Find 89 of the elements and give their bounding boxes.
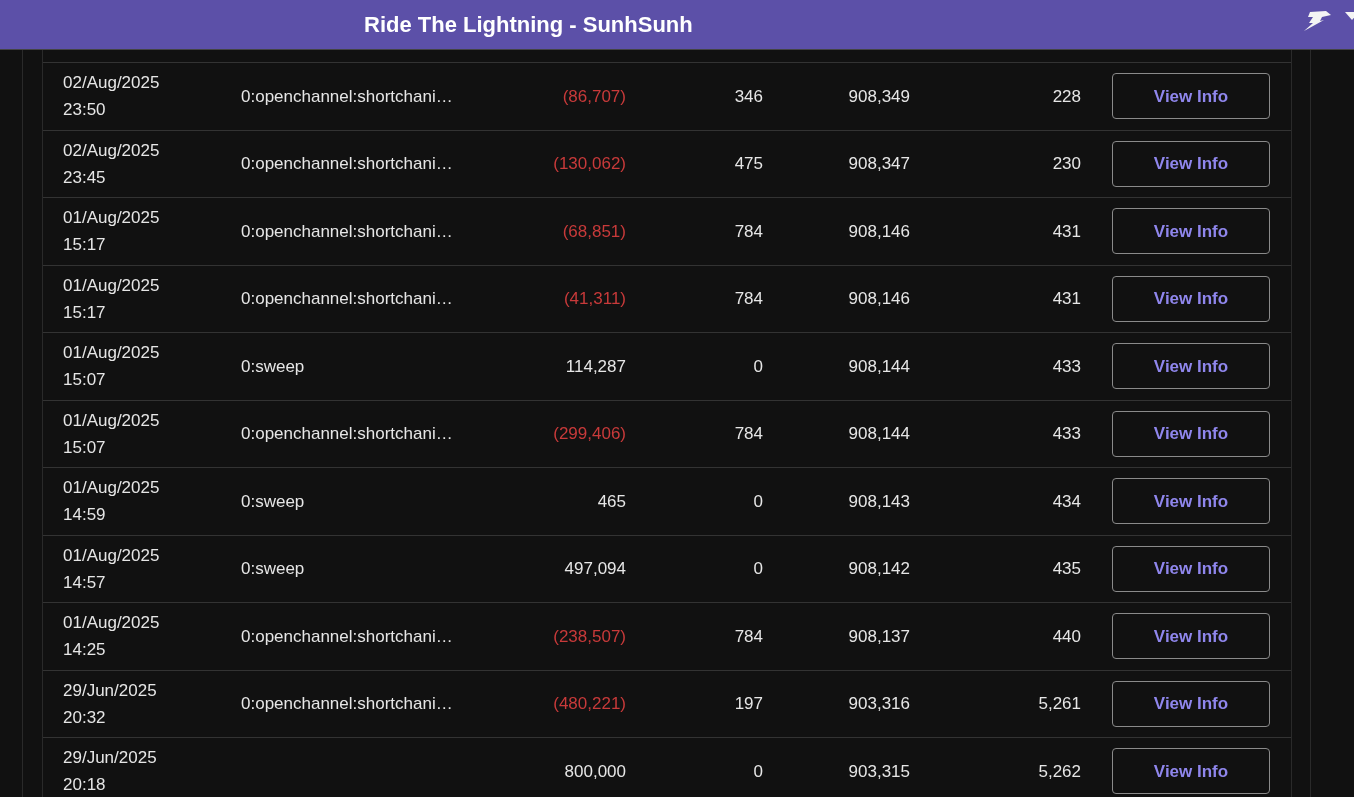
table-cell: 908,142: [848, 559, 910, 578]
date-text: 01/Aug/2025: [63, 342, 161, 365]
date-text: 02/Aug/2025: [63, 139, 161, 162]
view-info-button[interactable]: View Info: [1112, 140, 1270, 187]
table-cell: 908,146: [848, 289, 910, 308]
table-cell: 903,316: [848, 694, 910, 713]
table-cell: 230: [1052, 154, 1081, 173]
table-cell: 903,315: [848, 761, 910, 781]
table-cell: 908,143: [848, 491, 910, 511]
date-text: 01/Aug/2025: [63, 274, 161, 297]
view-info-button[interactable]: View Info: [1112, 478, 1270, 525]
time-text: 20:18: [63, 774, 107, 797]
view-info-button[interactable]: View Info: [1112, 275, 1270, 322]
time-text: 15:17: [63, 234, 107, 257]
table-cell: 440: [1052, 626, 1081, 646]
amount-text: (68,851): [562, 221, 626, 241]
table-cell: 0: [753, 559, 763, 578]
amount-text: (480,221): [553, 694, 626, 713]
description-text: 0:openchannel:shortchani…: [241, 424, 453, 443]
description-text: 0:openchannel:shortchani…: [241, 289, 453, 308]
caret-icon[interactable]: [1345, 12, 1354, 20]
view-info-button[interactable]: View Info: [1112, 613, 1270, 660]
time-text: 20:32: [63, 706, 107, 729]
table-cell: 908,347: [848, 154, 910, 173]
description-text: 0:sweep: [241, 559, 305, 578]
time-text: 15:17: [63, 301, 107, 324]
amount-text: (238,507): [553, 626, 626, 646]
table-cell: 434: [1052, 491, 1081, 511]
view-info-button[interactable]: View Info: [1112, 208, 1270, 255]
time-text: 14:57: [63, 571, 107, 594]
date-text: 01/Aug/2025: [63, 409, 161, 432]
amount-text: (299,406): [553, 424, 626, 443]
table-cell: 908,144: [848, 424, 910, 443]
table-cell: 435: [1052, 559, 1081, 578]
date-text: 01/Aug/2025: [63, 612, 161, 635]
view-info-button[interactable]: View Info: [1112, 680, 1270, 727]
time-text: 23:45: [63, 166, 107, 189]
table-cell: 197: [734, 694, 763, 713]
table-cell: 908,144: [848, 356, 910, 376]
time-text: 15:07: [63, 369, 107, 392]
date-text: 29/Jun/2025: [63, 747, 158, 770]
table-cell: 433: [1052, 424, 1081, 443]
table-cell: 228: [1052, 86, 1081, 106]
amount-text: 497,094: [564, 559, 626, 578]
table-cell: 433: [1052, 356, 1081, 376]
table-cell: 431: [1052, 289, 1081, 308]
amount-text: 114,287: [565, 356, 626, 376]
date-text: 01/Aug/2025: [63, 477, 161, 500]
table-cell: 784: [734, 626, 763, 646]
table-cell: 0: [753, 491, 763, 511]
view-info-button[interactable]: View Info: [1112, 748, 1270, 795]
time-text: 23:50: [63, 99, 107, 122]
app-title: Ride The Lightning - SunhSunh: [364, 11, 693, 39]
table-cell: 908,137: [848, 626, 910, 646]
table-cell: 5,262: [1038, 761, 1081, 781]
table-cell: 475: [734, 154, 763, 173]
description-text: 0:openchannel:shortchani…: [241, 694, 453, 713]
time-text: 14:25: [63, 639, 107, 662]
table-cell: 5,261: [1038, 694, 1081, 713]
date-text: 29/Jun/2025: [63, 679, 158, 702]
date-text: 01/Aug/2025: [63, 207, 161, 230]
table-cell: 346: [734, 86, 763, 106]
table-cell: 0: [753, 761, 763, 781]
table-cell: 784: [734, 289, 763, 308]
table-cell: 431: [1052, 221, 1081, 241]
view-info-button[interactable]: View Info: [1112, 73, 1270, 120]
description-text: 0:sweep: [241, 356, 305, 376]
table-cell: 784: [734, 424, 763, 443]
view-info-button[interactable]: View Info: [1112, 410, 1270, 457]
amount-text: (41,311): [563, 289, 626, 308]
description-text: 0:openchannel:shortchani…: [241, 626, 453, 646]
amount-text: 465: [597, 491, 626, 511]
view-info-button[interactable]: View Info: [1112, 545, 1270, 592]
date-text: 02/Aug/2025: [63, 72, 161, 95]
time-text: 15:07: [63, 436, 107, 459]
table-cell: 0: [753, 356, 763, 376]
description-text: 0:sweep: [241, 491, 305, 511]
amount-text: (86,707): [562, 86, 626, 106]
view-info-button[interactable]: View Info: [1112, 343, 1270, 390]
time-text: 14:59: [63, 504, 107, 527]
table-cell: 784: [734, 221, 763, 241]
amount-text: 800,000: [564, 761, 626, 781]
description-text: 0:openchannel:shortchani…: [241, 86, 453, 106]
description-text: 0:openchannel:shortchani…: [241, 154, 453, 173]
table-cell: 908,349: [848, 86, 910, 106]
table-cell: 908,146: [848, 221, 910, 241]
date-text: 01/Aug/2025: [63, 544, 161, 567]
amount-text: (130,062): [553, 154, 626, 173]
description-text: 0:openchannel:shortchani…: [241, 221, 453, 241]
